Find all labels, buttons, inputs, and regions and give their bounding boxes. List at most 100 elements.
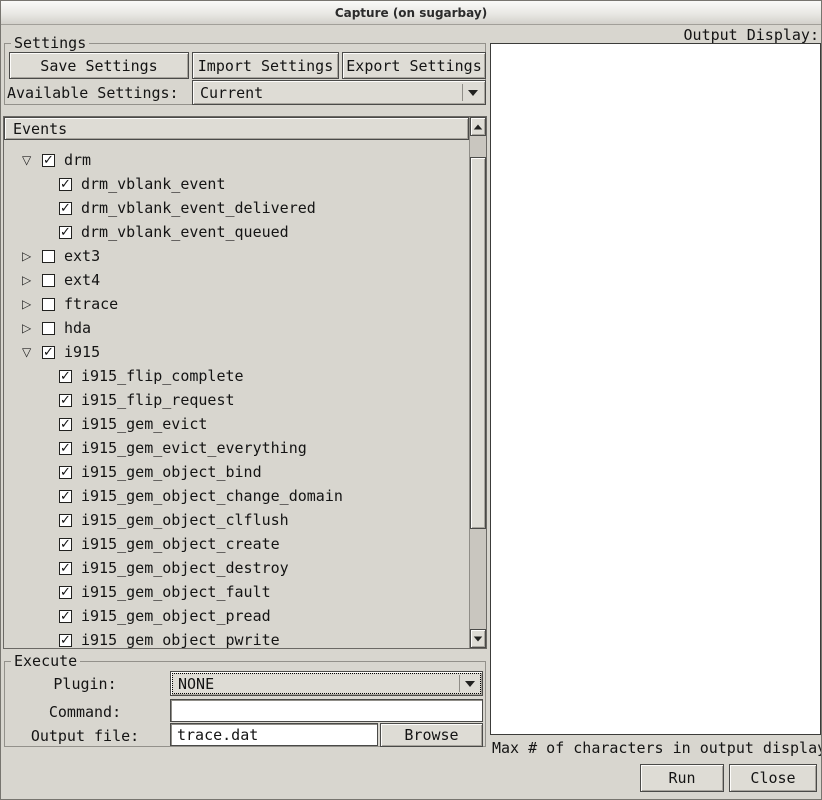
checkbox-checked-icon[interactable]: ✓ [59,202,72,215]
event-tree-row[interactable]: ▷ hda [4,316,469,340]
execute-frame: Execute Plugin: NONE Command: Output fil… [4,661,486,747]
event-tree-row[interactable]: ▷ ftrace [4,292,469,316]
output-file-label: Output file: [5,727,165,745]
command-label: Command: [5,703,165,721]
checkbox-checked-icon[interactable]: ✓ [59,418,72,431]
event-tree-row[interactable]: ✓i915_gem_evict [4,412,469,436]
checkbox-unchecked-icon[interactable] [42,274,55,287]
command-input[interactable] [171,700,482,721]
event-tree-row[interactable]: ✓ i915_gem_object_pread [4,604,469,628]
event-label: i915_gem_object_fault [81,583,271,601]
checkbox-checked-icon[interactable]: ✓ [59,226,72,239]
event-label: drm [64,151,91,169]
checkbox-checked-icon[interactable]: ✓ [59,442,72,455]
event-tree-row[interactable]: ✓ drm_vblank_event_queued [4,220,469,244]
event-tree-row[interactable]: ▽✓ i915 [4,340,469,364]
event-label: i915 [64,343,100,361]
event-tree-row[interactable]: ✓i915_gem_object_change_domain [4,484,469,508]
event-tree-row[interactable]: ▽✓ drm [4,148,469,172]
events-column-header[interactable]: Events [4,117,469,140]
event-label: i915_gem_object_pwrite [81,631,280,648]
expander-expanded-icon[interactable]: ▽ [22,153,42,167]
execute-frame-label: Execute [11,653,80,670]
checkbox-checked-icon[interactable]: ✓ [42,154,55,167]
max-chars-label: Max # of characters in output display [492,739,821,757]
available-settings-value: Current [200,84,263,102]
window-title: Capture (on sugarbay) [335,6,487,20]
event-tree-row[interactable]: ✓ i915_gem_object_clflush [4,508,469,532]
checkbox-checked-icon[interactable]: ✓ [59,586,72,599]
checkbox-unchecked-icon[interactable] [42,298,55,311]
output-display[interactable] [490,43,821,735]
checkbox-unchecked-icon[interactable] [42,250,55,263]
event-tree-row[interactable]: ✓ i915_gem_object_fault [4,580,469,604]
event-tree-row[interactable]: ✓ i915_flip_request [4,388,469,412]
expander-collapsed-icon[interactable]: ▷ [22,297,42,311]
checkbox-checked-icon[interactable]: ✓ [42,346,55,359]
event-tree-row[interactable]: ✓ i915_gem_object_pwrite [4,628,469,648]
event-tree-row[interactable]: ✓i915_gem_evict_everything [4,436,469,460]
arrow-up-icon [474,124,483,129]
event-tree-row[interactable]: ▷ ext3 [4,244,469,268]
event-tree-row[interactable]: ✓ i915_gem_object_create [4,532,469,556]
event-label: drm_vblank_event [81,175,226,193]
checkbox-checked-icon[interactable]: ✓ [59,514,72,527]
chevron-down-icon [462,84,482,101]
checkbox-checked-icon[interactable]: ✓ [59,394,72,407]
event-label: i915_gem_object_pread [81,607,271,625]
checkbox-checked-icon[interactable]: ✓ [59,490,72,503]
event-label: i915_flip_complete [81,367,244,385]
checkbox-checked-icon[interactable]: ✓ [59,178,72,191]
browse-button[interactable]: Browse [380,723,483,747]
event-tree-row[interactable]: ✓ drm_vblank_event [4,172,469,196]
checkbox-checked-icon[interactable]: ✓ [59,466,72,479]
checkbox-checked-icon[interactable]: ✓ [59,562,72,575]
event-label: ftrace [64,295,118,313]
event-tree-row[interactable]: ▷ ext4 [4,268,469,292]
event-label: ext4 [64,271,100,289]
close-button[interactable]: Close [729,764,817,792]
checkbox-checked-icon[interactable]: ✓ [59,370,72,383]
event-label: drm_vblank_event_delivered [81,199,316,217]
event-label: hda [64,319,91,337]
event-tree-row[interactable]: ✓ drm_vblank_event_delivered [4,196,469,220]
checkbox-checked-icon[interactable]: ✓ [59,610,72,623]
events-rows: ▽✓drm✓drm_vblank_event✓drm_vblank_event_… [4,140,469,648]
run-button[interactable]: Run [640,764,724,792]
save-settings-button[interactable]: Save Settings [9,52,189,79]
output-file-input[interactable] [171,724,377,745]
available-settings-label: Available Settings: [7,84,179,102]
command-field-frame [170,699,483,722]
arrow-down-icon [474,636,483,641]
checkbox-checked-icon[interactable]: ✓ [59,634,72,647]
plugin-combobox[interactable]: NONE [170,671,483,696]
event-label: i915_gem_object_create [81,535,280,553]
import-settings-button[interactable]: Import Settings [192,52,339,79]
scrollbar-up-button[interactable] [470,117,486,136]
settings-frame: Settings Save Settings Import Settings E… [4,43,486,105]
expander-collapsed-icon[interactable]: ▷ [22,273,42,287]
available-settings-combobox[interactable]: Current [192,80,486,105]
expander-expanded-icon[interactable]: ▽ [22,345,42,359]
output-file-field-frame [170,723,378,746]
scrollbar-thumb[interactable] [470,157,486,529]
event-tree-row[interactable]: ✓ i915_flip_complete [4,364,469,388]
event-label: i915_gem_object_clflush [81,511,289,529]
event-label: drm_vblank_event_queued [81,223,289,241]
event-label: i915_flip_request [81,391,235,409]
window-titlebar[interactable]: Capture (on sugarbay) [1,1,821,25]
checkbox-unchecked-icon[interactable] [42,322,55,335]
event-label: ext3 [64,247,100,265]
event-tree-row[interactable]: ✓ i915_gem_object_bind [4,460,469,484]
scrollbar-down-button[interactable] [470,629,486,648]
checkbox-checked-icon[interactable]: ✓ [59,538,72,551]
export-settings-button[interactable]: Export Settings [342,52,486,79]
plugin-value: NONE [178,675,214,693]
expander-collapsed-icon[interactable]: ▷ [22,321,42,335]
expander-collapsed-icon[interactable]: ▷ [22,249,42,263]
chevron-down-icon [459,675,479,692]
event-label: i915_gem_object_bind [81,463,262,481]
event-label: i915_gem_object_destroy [81,559,289,577]
event-tree-row[interactable]: ✓ i915_gem_object_destroy [4,556,469,580]
events-vertical-scrollbar[interactable] [469,117,486,648]
